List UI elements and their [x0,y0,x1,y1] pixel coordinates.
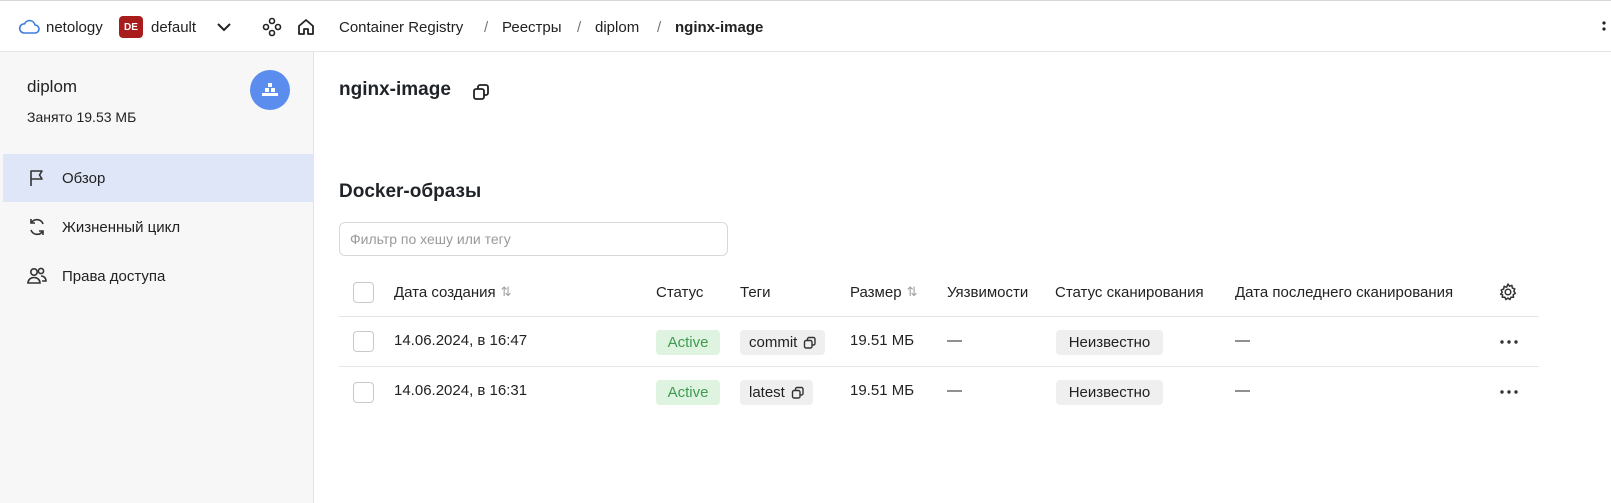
breadcrumb-separator: / [657,18,662,36]
org-name[interactable]: netology [46,1,103,53]
flag-icon [26,167,48,189]
folder-badge: DE [119,16,143,38]
gear-icon[interactable] [1498,282,1520,304]
home-icon[interactable] [296,1,318,53]
breadcrumb-registry[interactable]: diplom [595,1,639,53]
storage-used: Занято 19.53 МБ [27,109,137,125]
registry-name: diplom [27,77,78,96]
row-actions-icon[interactable] [1498,382,1520,402]
filter-input[interactable] [339,222,728,256]
row-size: 19.51 МБ [850,332,915,349]
sort-icon[interactable]: ⇅ [907,284,918,300]
column-header-date[interactable]: Дата создания ⇅ [394,282,512,302]
sidebar: diplom Занято 19.53 МБ Обзор Жизненный ц… [0,52,314,503]
row-last-scan: — [1235,332,1250,349]
column-header-size[interactable]: Размер ⇅ [850,282,917,302]
copy-icon[interactable] [791,386,805,400]
breadcrumb-separator: / [484,18,489,36]
row-divider [339,366,1539,367]
services-icon[interactable] [262,1,284,53]
row-actions-icon[interactable] [1498,332,1520,352]
column-header-vulnerabilities: Уязвимости [947,283,1029,301]
copy-icon[interactable] [803,336,817,350]
row-checkbox[interactable] [353,331,374,352]
refresh-icon [26,216,48,238]
breadcrumb-separator: / [577,18,582,36]
status-badge: Active [656,380,720,405]
tag-label: latest [749,384,785,401]
row-date: 14.06.2024, в 16:31 [394,382,528,399]
column-header-scan-status: Статус сканирования [1055,283,1204,301]
row-divider [339,316,1539,317]
sidebar-item-label: Жизненный цикл [62,218,181,236]
section-title: Docker-образы [339,181,482,202]
scan-status-badge: Неизвестно [1056,380,1163,405]
sidebar-item-label: Права доступа [62,267,166,285]
row-last-scan: — [1235,382,1250,399]
registry-avatar [250,70,290,110]
sidebar-item-access[interactable]: Права доступа [3,252,314,300]
cloud-icon [18,1,40,53]
breadcrumb-current: nginx-image [675,18,764,36]
column-header-label: Дата создания [394,283,496,301]
container-icon [262,83,278,96]
sort-icon[interactable]: ⇅ [501,284,512,300]
row-date: 14.06.2024, в 16:47 [394,332,528,349]
tag-label: commit [749,334,798,351]
column-header-label: Размер [850,283,902,301]
select-all-checkbox[interactable] [353,282,374,303]
sidebar-item-overview[interactable]: Обзор [3,154,314,202]
more-icon[interactable] [1601,1,1611,53]
tag-chip[interactable]: latest [740,380,813,405]
sidebar-item-lifecycle[interactable]: Жизненный цикл [3,203,314,251]
status-badge: Active [656,330,720,355]
scan-status-badge: Неизвестно [1056,330,1163,355]
breadcrumb-registries[interactable]: Реестры [502,1,562,53]
row-size: 19.51 МБ [850,382,915,399]
sidebar-item-label: Обзор [62,169,106,187]
breadcrumb-container-registry[interactable]: Container Registry [339,1,463,53]
column-header-last-scan: Дата последнего сканирования [1235,283,1454,301]
chevron-down-icon[interactable] [216,1,234,53]
tag-chip[interactable]: commit [740,330,826,355]
page-title: nginx-image [339,79,451,100]
column-header-tags: Теги [740,283,771,301]
copy-icon[interactable] [471,82,491,102]
folder-name[interactable]: default [151,1,196,53]
users-icon [26,265,48,287]
column-header-status: Статус [656,283,704,301]
row-vulnerabilities: — [947,382,962,399]
row-checkbox[interactable] [353,382,374,403]
top-bar: netology DE default Container Registry /… [0,0,1611,52]
row-vulnerabilities: — [947,332,962,349]
